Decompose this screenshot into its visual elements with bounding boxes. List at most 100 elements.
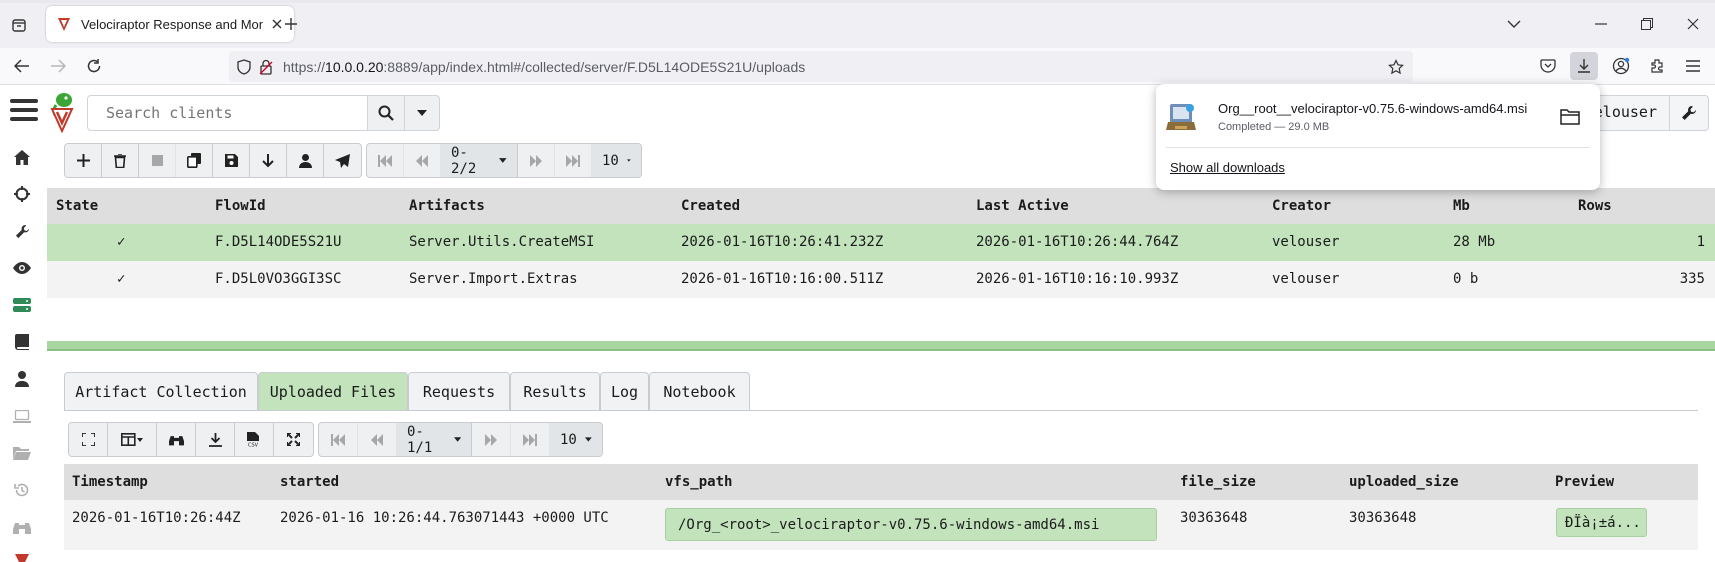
download-json-button[interactable] <box>196 423 235 456</box>
search-icon <box>378 105 394 121</box>
tab-log[interactable]: Log <box>600 372 649 410</box>
settings-button[interactable] <box>1669 95 1709 131</box>
extensions-icon[interactable] <box>1643 52 1671 80</box>
last-page-button[interactable] <box>511 423 550 456</box>
uploads-pager: 0-1/1 10 <box>318 422 603 457</box>
table-row[interactable]: ✓ F.D5L14ODE5S21U Server.Utils.CreateMSI… <box>47 224 1715 261</box>
prev-page-button[interactable] <box>404 144 441 177</box>
book-icon[interactable] <box>10 330 34 354</box>
restore-icon[interactable] <box>1632 10 1662 38</box>
pane-splitter[interactable] <box>47 341 1715 351</box>
show-all-downloads-link[interactable]: Show all downloads <box>1170 160 1285 175</box>
first-page-button[interactable] <box>367 144 404 177</box>
shield-icon[interactable] <box>233 56 255 78</box>
downloads-separator <box>1166 147 1590 148</box>
list-all-tabs-icon[interactable] <box>1499 10 1529 38</box>
send-button[interactable] <box>324 144 361 177</box>
column-header[interactable]: Creator <box>1272 198 1331 214</box>
browser-tab[interactable]: Velociraptor Response and Mon <box>46 6 294 42</box>
created-time: 2026-01-16T10:26:41.232Z <box>681 234 884 250</box>
page-size-select[interactable]: 10 <box>550 423 602 456</box>
tab-uploaded-files[interactable]: Uploaded Files <box>258 372 408 410</box>
tab-artifact-collection[interactable]: Artifact Collection <box>64 372 258 410</box>
column-header[interactable]: Rows <box>1578 198 1612 214</box>
crosshair-icon[interactable] <box>10 182 34 206</box>
new-tab-icon[interactable] <box>279 12 303 36</box>
downloads-panel: Org__root__velociraptor-v0.75.6-windows-… <box>1156 84 1600 190</box>
column-header[interactable]: Timestamp <box>72 474 148 490</box>
menu-icon[interactable] <box>1679 52 1707 80</box>
column-header[interactable]: Mb <box>1453 198 1470 214</box>
page-size-select[interactable]: 10 <box>592 144 641 177</box>
search-dropdown-button[interactable] <box>404 95 440 131</box>
download-item[interactable]: Org__root__velociraptor-v0.75.6-windows-… <box>1166 94 1590 144</box>
user-collection-button[interactable] <box>287 144 324 177</box>
back-icon[interactable] <box>8 53 36 79</box>
search-clients-input[interactable] <box>87 95 368 131</box>
column-header[interactable]: FlowId <box>215 198 266 214</box>
tab-requests[interactable]: Requests <box>408 372 510 410</box>
downloads-icon[interactable] <box>1570 52 1598 80</box>
account-icon[interactable] <box>1607 52 1635 80</box>
column-header[interactable]: started <box>280 474 339 490</box>
column-header[interactable]: Created <box>681 198 740 214</box>
column-header[interactable]: State <box>56 198 98 214</box>
column-header[interactable]: Artifacts <box>409 198 485 214</box>
user-icon[interactable] <box>10 367 34 391</box>
reload-icon[interactable] <box>80 53 108 79</box>
column-header[interactable]: file_size <box>1180 474 1256 490</box>
copy-collection-button[interactable] <box>176 144 213 177</box>
search-button[interactable] <box>367 95 405 131</box>
prev-page-button[interactable] <box>358 423 397 456</box>
filter-button[interactable] <box>157 423 196 456</box>
file-size: 30363648 <box>1180 510 1248 526</box>
delete-collection-button[interactable] <box>102 144 139 177</box>
save-button[interactable] <box>213 144 250 177</box>
eye-icon[interactable] <box>10 256 34 280</box>
folder-icon[interactable] <box>10 441 34 465</box>
wrench-nav-icon[interactable] <box>10 219 34 243</box>
page-indicator[interactable]: 0-1/1 <box>397 423 472 456</box>
next-page-button[interactable] <box>472 423 511 456</box>
columns-button[interactable] <box>108 423 157 456</box>
bookmark-star-icon[interactable] <box>1385 56 1407 78</box>
minimize-icon[interactable] <box>1586 10 1616 38</box>
column-header[interactable]: Last Active <box>976 198 1069 214</box>
column-header[interactable]: uploaded_size <box>1349 474 1459 490</box>
compress-button[interactable] <box>274 423 313 456</box>
open-folder-icon[interactable] <box>1560 108 1580 126</box>
page-indicator[interactable]: 0-2/2 <box>441 144 518 177</box>
close-window-icon[interactable] <box>1678 10 1708 38</box>
column-header[interactable]: vfs_path <box>665 474 732 490</box>
preview-button[interactable]: ÐÏà¡±á... <box>1556 508 1647 537</box>
server-icon[interactable] <box>10 293 34 317</box>
new-collection-button[interactable] <box>65 144 102 177</box>
binoculars-icon[interactable] <box>10 515 34 539</box>
pocket-icon[interactable] <box>1534 52 1562 80</box>
tab-results[interactable]: Results <box>510 372 600 410</box>
forward-icon[interactable] <box>44 53 72 79</box>
next-page-button[interactable] <box>518 144 555 177</box>
created-time: 2026-01-16T10:16:00.511Z <box>681 271 884 287</box>
home-icon[interactable] <box>10 145 34 169</box>
last-page-button[interactable] <box>555 144 592 177</box>
fullscreen-button[interactable] <box>69 423 108 456</box>
history-icon[interactable] <box>10 478 34 502</box>
download-csv-button[interactable]: CSV <box>235 423 274 456</box>
laptop-icon[interactable] <box>10 404 34 428</box>
table-row[interactable]: ✓ F.D5L0VO3GGI3SC Server.Import.Extras 2… <box>47 261 1715 298</box>
download-button[interactable] <box>250 144 287 177</box>
caret-down-icon <box>627 159 631 162</box>
stop-collection-button[interactable] <box>139 144 176 177</box>
tab-list-icon[interactable] <box>6 14 32 36</box>
first-page-icon <box>378 154 392 167</box>
flows-table-header: State FlowId Artifacts Created Last Acti… <box>47 188 1715 224</box>
hamburger-menu-icon[interactable] <box>10 99 38 125</box>
first-page-button[interactable] <box>319 423 358 456</box>
lock-icon[interactable] <box>255 56 277 78</box>
column-header[interactable]: Preview <box>1555 474 1614 490</box>
tab-notebook[interactable]: Notebook <box>649 372 750 410</box>
url-bar[interactable]: https://10.0.0.20:8889/app/index.html#/c… <box>229 51 1413 82</box>
velociraptor-shield-icon[interactable] <box>10 549 34 562</box>
vfs-path-link[interactable]: /Org_<root>_velociraptor-v0.75.6-windows… <box>665 508 1157 541</box>
